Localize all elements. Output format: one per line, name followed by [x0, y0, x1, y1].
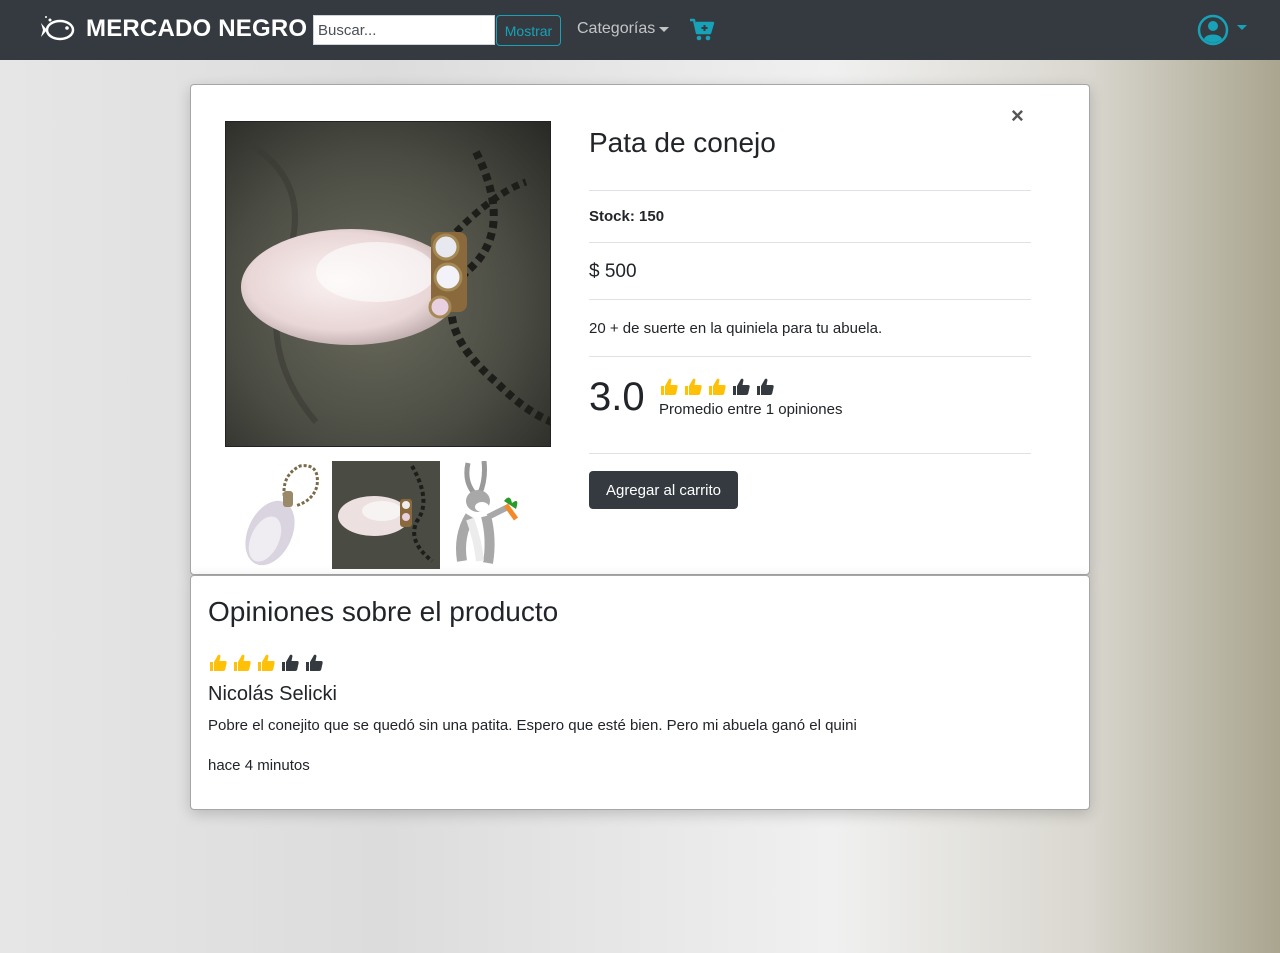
fish-logo-icon — [41, 16, 75, 41]
chevron-down-icon — [659, 26, 670, 32]
thumbs-up-icon — [210, 654, 227, 671]
opinions-card: Opiniones sobre el producto Nicolás Seli… — [190, 575, 1090, 810]
close-button[interactable]: × — [1011, 103, 1024, 129]
thumbs-up-icon — [757, 378, 774, 395]
divider — [589, 453, 1031, 454]
product-price: $ 500 — [589, 261, 637, 282]
thumbs-up-icon — [733, 378, 750, 395]
opinion-rating-thumbs — [208, 653, 324, 673]
thumbs-up-icon — [258, 654, 275, 671]
divider — [589, 299, 1031, 300]
thumbs-up-icon — [709, 378, 726, 395]
product-title: Pata de conejo — [589, 127, 776, 158]
navbar: MERCADO NEGRO Mostrar Categorías — [0, 0, 1280, 60]
opinion-time: hace 4 minutos — [208, 757, 310, 774]
divider — [589, 242, 1031, 243]
add-to-cart-button[interactable]: Agregar al carrito — [589, 471, 738, 509]
thumbs-up-icon — [685, 378, 702, 395]
brand[interactable]: MERCADO NEGRO — [40, 12, 307, 46]
thumbnail-bugs-bunny[interactable] — [440, 461, 548, 569]
opinion-text: Pobre el conejito que se quedó sin una p… — [208, 717, 857, 734]
thumbs-up-icon — [306, 654, 323, 671]
categories-label: Categorías — [577, 20, 656, 37]
chevron-down-icon — [1237, 24, 1247, 30]
opinions-title: Opiniones sobre el producto — [208, 596, 559, 627]
brand-name: MERCADO NEGRO — [86, 15, 308, 42]
cart-plus-icon[interactable] — [689, 17, 715, 43]
categories-dropdown[interactable]: Categorías — [577, 20, 670, 38]
divider — [589, 190, 1031, 191]
thumbnail-keychain[interactable] — [225, 461, 333, 569]
show-button[interactable]: Mostrar — [496, 15, 561, 46]
search-input[interactable] — [313, 15, 495, 45]
product-card: × Pata de conejo Stock: 150 $ 500 20 + d… — [190, 84, 1090, 575]
opinion-author: Nicolás Selicki — [208, 683, 337, 705]
rating-value: 3.0 — [589, 375, 645, 419]
divider — [589, 356, 1031, 357]
user-menu[interactable] — [1197, 14, 1247, 46]
rating-summary: Promedio entre 1 opiniones — [659, 401, 843, 418]
rating-thumbs — [659, 377, 775, 397]
thumbnail-pendant[interactable] — [332, 461, 440, 569]
user-circle-icon — [1197, 14, 1229, 46]
product-main-image — [225, 121, 551, 447]
product-stock: Stock: 150 — [589, 208, 665, 225]
thumbs-up-icon — [661, 378, 678, 395]
thumbs-up-icon — [282, 654, 299, 671]
thumbs-up-icon — [234, 654, 251, 671]
product-description: 20 + de suerte en la quiniela para tu ab… — [589, 320, 883, 337]
